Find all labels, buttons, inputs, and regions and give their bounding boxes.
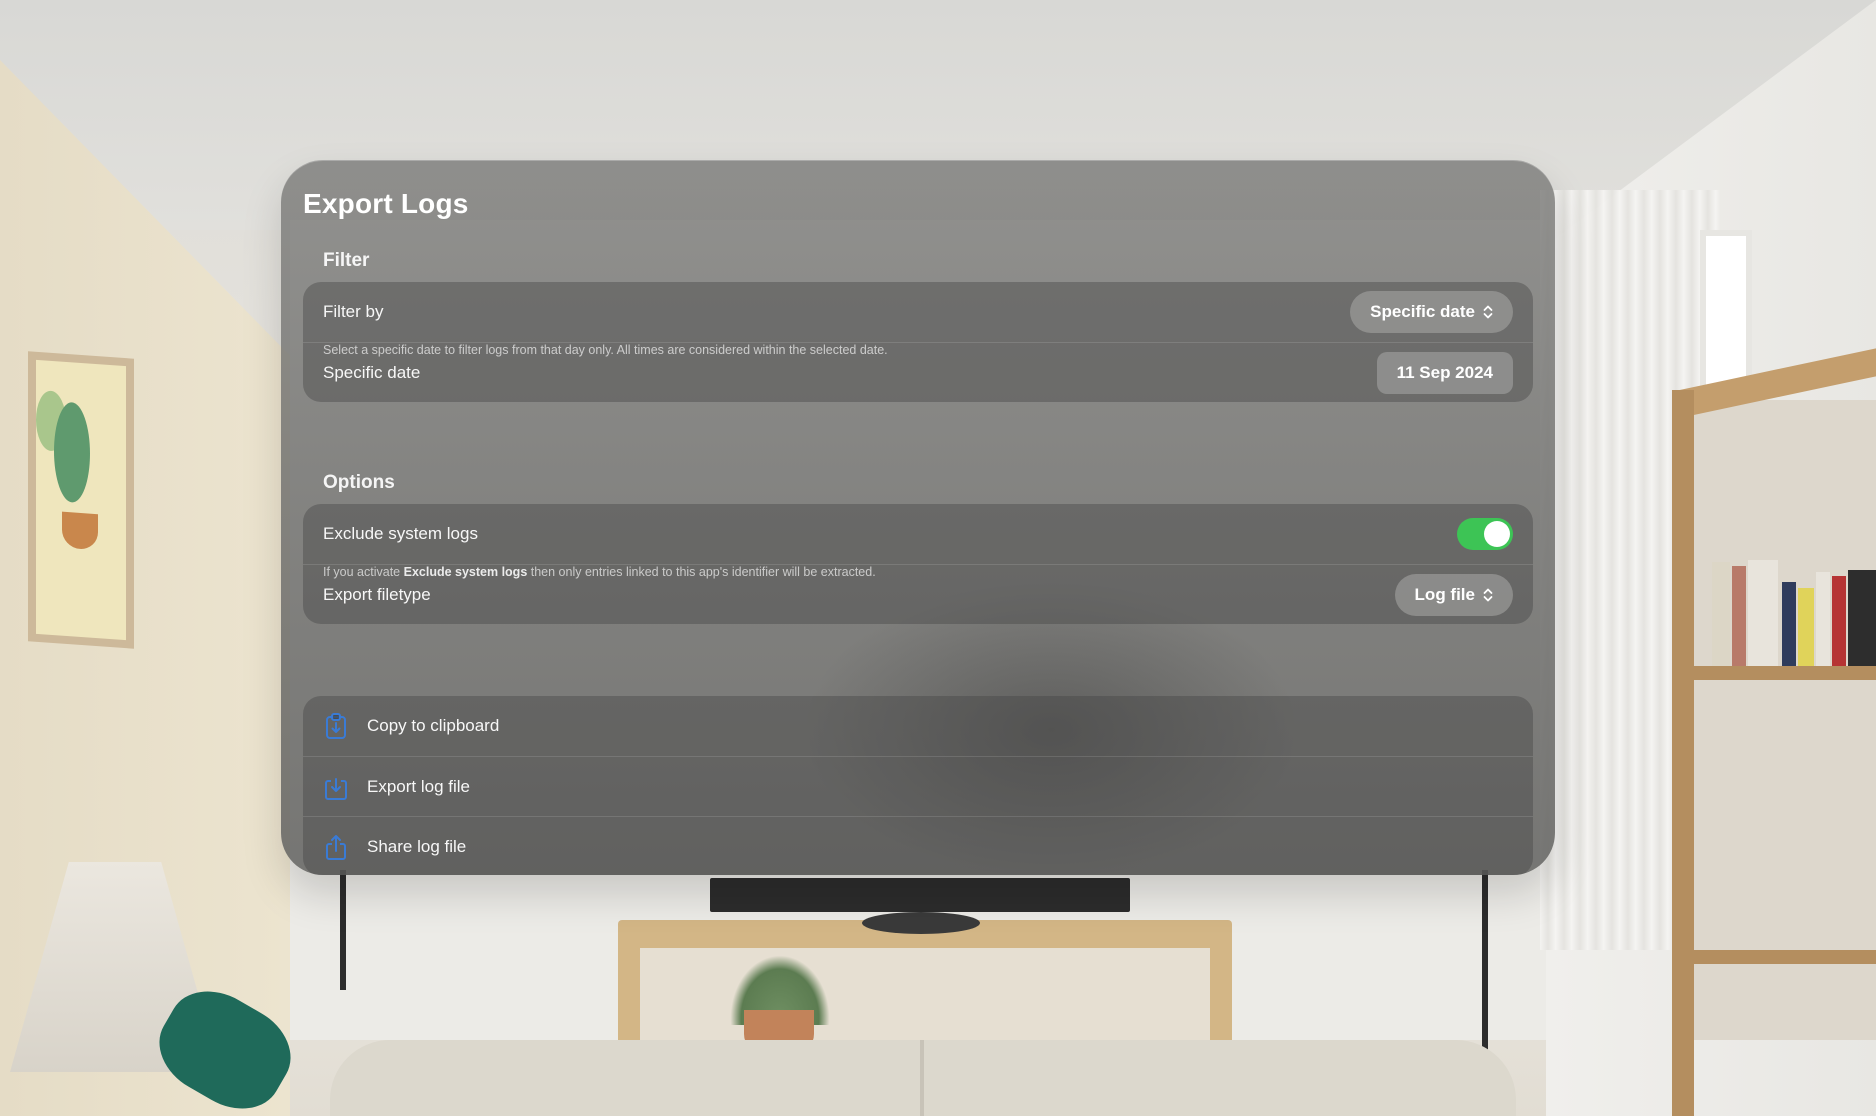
export-filetype-value: Log file [1414,584,1475,604]
television-stand [862,912,980,934]
chevron-up-down-icon [1483,588,1493,601]
share-icon [323,833,349,861]
export-filetype-picker[interactable]: Log file [1394,573,1513,616]
toggle-knob [1484,521,1510,547]
date-picker-button[interactable]: 11 Sep 2024 [1376,351,1513,394]
filter-footnote: Select a specific date to filter logs fr… [323,343,888,357]
export-log-file-button[interactable]: Export log file [303,756,1533,816]
floor-lamp-pole [340,870,346,990]
copy-to-clipboard-button[interactable]: Copy to clipboard [303,696,1533,756]
filter-by-picker[interactable]: Specific date [1350,291,1513,333]
bookshelf [1672,330,1876,1116]
exclude-system-logs-toggle[interactable] [1457,518,1513,550]
exclude-system-logs-row: Exclude system logs [303,504,1533,564]
share-log-file-button[interactable]: Share log file [303,816,1533,875]
export-logs-window: Export Logs Filter Filter by Specific da… [281,160,1555,875]
export-icon [323,773,349,801]
specific-date-label: Specific date [323,362,421,382]
wall-picture [28,351,134,649]
television [710,878,1130,912]
couch [330,1040,1516,1116]
filter-group: Filter by Specific date Specific date 11… [303,282,1533,402]
filter-section-header: Filter [323,250,370,271]
options-footnote: If you activate Exclude system logs then… [323,565,876,579]
tv-console [618,920,1232,1050]
clipboard-icon [323,712,349,740]
floor-lamp-pole [1482,870,1488,1050]
filter-by-row: Filter by Specific date [303,282,1533,342]
filter-by-label: Filter by [323,302,384,321]
date-value: 11 Sep 2024 [1396,362,1493,382]
options-group: Exclude system logs Export filetype Log … [303,504,1533,624]
options-section-header: Options [323,472,395,493]
copy-to-clipboard-label: Copy to clipboard [367,716,500,735]
share-log-file-label: Share log file [367,836,467,856]
background-room: Export Logs Filter Filter by Specific da… [0,0,1876,1116]
chevron-up-down-icon [1483,305,1493,319]
exclude-system-logs-label: Exclude system logs [323,524,478,543]
export-filetype-label: Export filetype [323,584,431,604]
actions-group: Copy to clipboard Export log file Share … [303,696,1533,875]
export-log-file-label: Export log file [367,776,470,796]
window-title: Export Logs [303,188,469,219]
filter-by-value: Specific date [1370,302,1475,321]
